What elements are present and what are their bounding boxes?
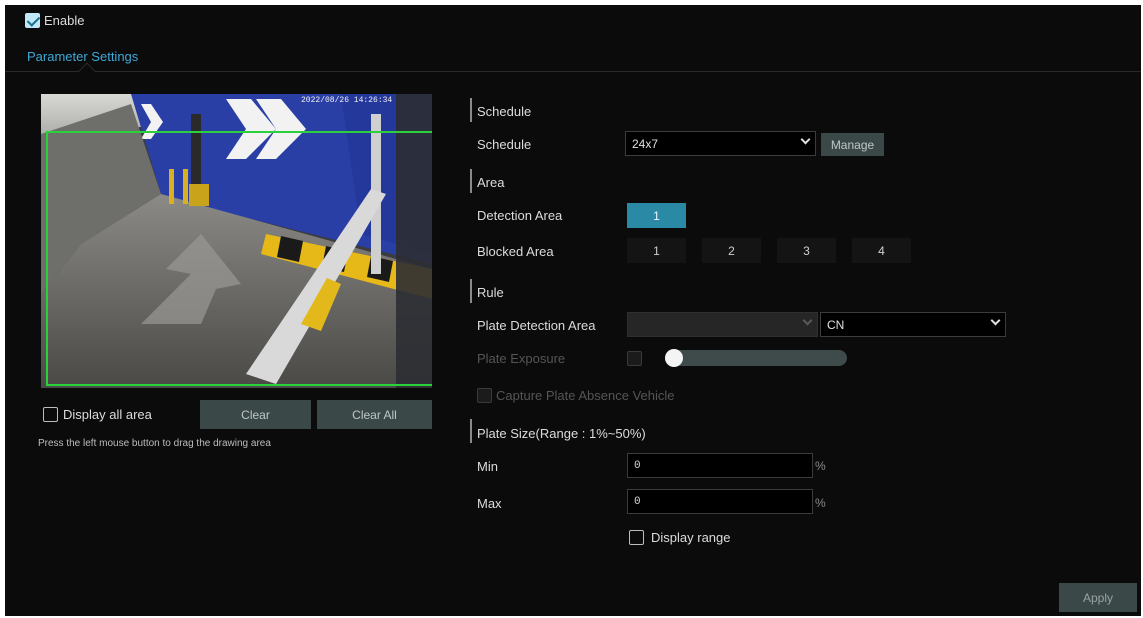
clear-button[interactable]: Clear (200, 400, 311, 429)
rule-section-bar (470, 279, 472, 303)
tab-pointer (78, 62, 96, 80)
max-label: Max (477, 496, 502, 511)
plate-size-section-title: Plate Size(Range : 1%~50%) (477, 426, 646, 441)
plate-detection-area-select (627, 312, 818, 337)
display-range-label: Display range (651, 530, 731, 545)
clear-all-button[interactable]: Clear All (317, 400, 432, 429)
blocked-area-4-button[interactable]: 4 (852, 238, 911, 263)
display-all-area-checkbox[interactable] (43, 407, 58, 422)
rule-section-title: Rule (477, 285, 504, 300)
video-timestamp: 2022/08/26 14:26:34 (301, 96, 393, 105)
display-all-area-label: Display all area (63, 407, 152, 422)
blocked-area-label: Blocked Area (477, 244, 554, 259)
blocked-area-1-button[interactable]: 1 (627, 238, 686, 263)
enable-label: Enable (44, 13, 85, 28)
min-input[interactable]: 0 (627, 453, 813, 478)
apply-button[interactable]: Apply (1059, 583, 1137, 612)
max-unit: % (815, 496, 826, 510)
video-preview[interactable]: 2022/08/26 14:26:34 (41, 94, 432, 388)
detection-area-1-button[interactable]: 1 (627, 203, 686, 228)
schedule-label: Schedule (477, 137, 532, 152)
capture-absence-checkbox (477, 388, 492, 403)
schedule-select-value: 24x7 (632, 136, 659, 151)
blocked-area-3-button[interactable]: 3 (777, 238, 836, 263)
chevron-down-icon (802, 315, 813, 326)
enable-checkbox[interactable] (25, 13, 40, 28)
min-unit: % (815, 459, 826, 473)
capture-absence-label: Capture Plate Absence Vehicle (496, 388, 675, 403)
plate-exposure-slider (665, 350, 847, 366)
schedule-section-title: Schedule (477, 104, 532, 119)
display-range-checkbox[interactable] (629, 530, 644, 545)
app-window: Enable Parameter Settings 2022/08/26 14:… (5, 5, 1141, 616)
manage-button[interactable]: Manage (821, 133, 884, 156)
drawing-hint: Press the left mouse button to drag the … (38, 438, 271, 449)
chevron-down-icon (990, 315, 1001, 326)
country-select[interactable]: CN (820, 312, 1006, 337)
detection-area-label: Detection Area (477, 208, 563, 223)
plate-exposure-slider-handle (665, 349, 683, 367)
tab-parameter-settings[interactable]: Parameter Settings (27, 49, 138, 64)
camera-scene (41, 94, 432, 388)
min-label: Min (477, 459, 498, 474)
schedule-select[interactable]: 24x7 (625, 131, 816, 156)
area-section-bar (470, 169, 472, 193)
plate-exposure-checkbox (627, 351, 642, 366)
country-select-value: CN (827, 317, 845, 332)
max-input[interactable]: 0 (627, 489, 813, 514)
plate-exposure-label: Plate Exposure (477, 351, 566, 366)
tab-divider (5, 71, 1141, 72)
blocked-area-2-button[interactable]: 2 (702, 238, 761, 263)
plate-detection-area-label: Plate Detection Area (477, 318, 596, 333)
plate-size-section-bar (470, 419, 472, 443)
area-section-title: Area (477, 175, 505, 190)
chevron-down-icon (800, 134, 811, 145)
schedule-section-bar (470, 98, 472, 122)
